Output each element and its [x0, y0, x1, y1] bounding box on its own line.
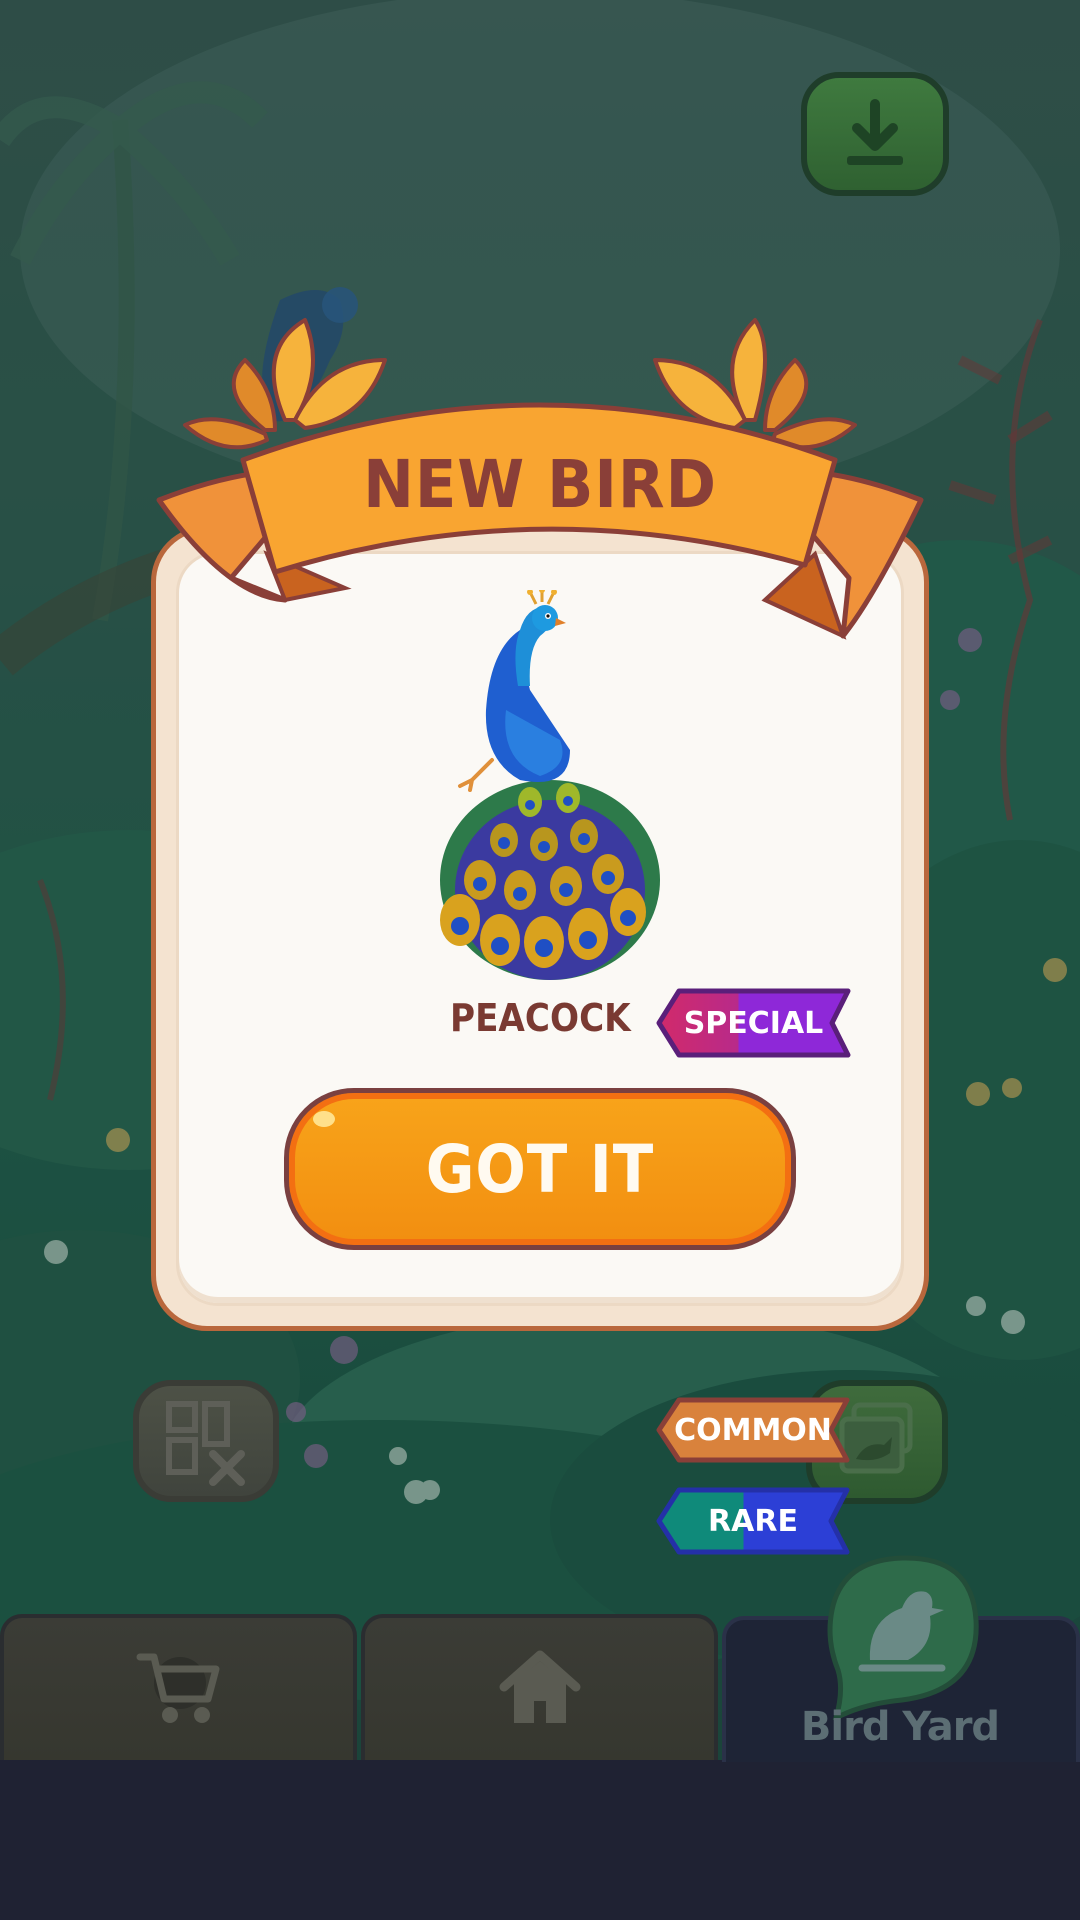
cart-icon — [136, 1653, 219, 1723]
tab-home[interactable] — [361, 1614, 718, 1760]
rarity-tag-label: SPECIAL — [683, 1005, 824, 1041]
bottom-nav-bar — [0, 1760, 1080, 1920]
rarity-tag-common: COMMON — [655, 1396, 851, 1464]
download-icon — [847, 99, 903, 165]
rarity-tag-rare: RARE — [655, 1486, 851, 1556]
download-button[interactable] — [801, 72, 949, 196]
remove-ads-button[interactable] — [133, 1380, 279, 1502]
peacock-illustration — [440, 590, 660, 980]
no-ads-icon — [166, 1401, 245, 1486]
tab-shop[interactable] — [0, 1614, 357, 1760]
modal-title: NEW BIRD — [363, 446, 717, 523]
button-shine — [313, 1111, 335, 1127]
tab-bird-yard-label: Bird Yard — [800, 1704, 1000, 1750]
bird-name: PEACOCK — [450, 996, 631, 1040]
rarity-tag-label: COMMON — [674, 1412, 832, 1448]
rarity-tag-label: RARE — [708, 1503, 798, 1539]
got-it-button[interactable]: GOT IT — [284, 1088, 796, 1250]
got-it-label: GOT IT — [425, 1130, 655, 1208]
bird-icon — [827, 1555, 979, 1720]
rarity-tag-special: SPECIAL — [655, 987, 852, 1059]
home-icon — [499, 1650, 580, 1723]
